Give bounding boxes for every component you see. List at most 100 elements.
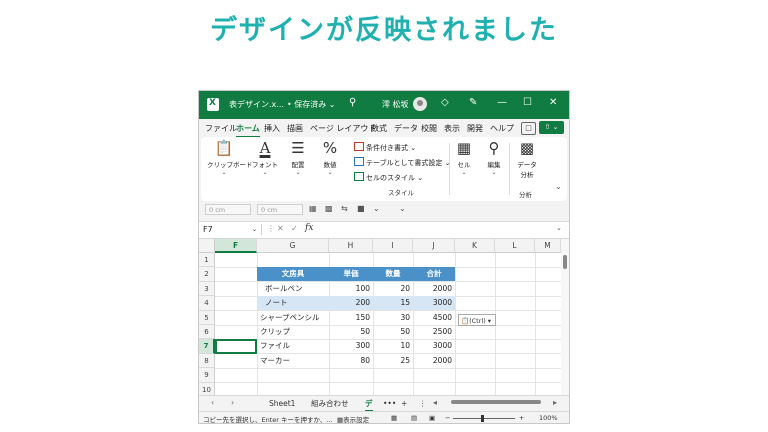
tab-view[interactable]: 表示 xyxy=(444,123,460,134)
tab-data[interactable]: データ xyxy=(394,123,418,134)
column-header-j[interactable]: J xyxy=(413,239,455,253)
column-header-h[interactable]: H xyxy=(329,239,373,253)
insert-function-button[interactable]: fx xyxy=(305,223,313,233)
customize-toolbar-icon[interactable]: ⌄ xyxy=(399,204,406,213)
shape-width-field[interactable]: 0 cm xyxy=(205,204,251,215)
row-header-5[interactable]: 5 xyxy=(199,310,215,325)
maximize-button[interactable]: ☐ xyxy=(523,97,532,108)
table-cell[interactable]: ボールペン xyxy=(257,282,329,296)
spreadsheet-grid[interactable]: F G H I J K L M 1 2 3 4 5 6 7 8 9 10 文房具… xyxy=(199,239,569,397)
alignment-button[interactable]: ☰ 配置 ⌄ xyxy=(285,139,311,176)
sheet-tab-combination[interactable]: 組み合わせ xyxy=(311,398,349,410)
tab-file[interactable]: ファイル xyxy=(205,123,237,134)
page-layout-view-icon[interactable]: ▤ xyxy=(411,414,417,422)
column-header-g[interactable]: G xyxy=(257,239,329,253)
zoom-slider[interactable] xyxy=(453,415,515,422)
table-cell[interactable]: 25 xyxy=(373,354,413,368)
diamond-icon[interactable]: ◇ xyxy=(441,97,449,108)
tab-help[interactable]: ヘルプ xyxy=(490,123,514,134)
select-all-corner[interactable] xyxy=(199,239,215,253)
number-button[interactable]: % 数値 ⌄ xyxy=(317,139,343,176)
tab-insert[interactable]: 挿入 xyxy=(264,123,280,134)
scrollbar-thumb[interactable] xyxy=(451,400,541,404)
table-cell[interactable]: 50 xyxy=(373,325,413,339)
zoom-slider-knob[interactable] xyxy=(481,415,484,422)
close-button[interactable]: ✕ xyxy=(549,97,557,108)
table-cell[interactable]: 80 xyxy=(329,354,373,368)
scrollbar-thumb[interactable] xyxy=(563,255,567,269)
chevron-left-icon[interactable]: ◂ xyxy=(433,398,437,407)
table-cell[interactable]: 2000 xyxy=(413,282,455,296)
table-cell[interactable]: 300 xyxy=(329,339,373,353)
table-header-cell[interactable]: 単価 xyxy=(329,267,373,282)
tab-page-layout[interactable]: ページ レイアウト xyxy=(310,123,376,134)
row-header-1[interactable]: 1 xyxy=(199,253,215,268)
sheet-tab-sheet1[interactable]: Sheet1 xyxy=(269,398,295,410)
tab-review[interactable]: 校閲 xyxy=(421,123,437,134)
tab-home[interactable]: ホーム xyxy=(236,123,260,138)
column-header-m[interactable]: M xyxy=(535,239,561,253)
table-header-cell[interactable]: 数量 xyxy=(373,267,413,282)
tab-draw[interactable]: 描画 xyxy=(287,123,303,134)
search-icon[interactable]: ⚲ xyxy=(349,97,356,108)
avatar[interactable] xyxy=(413,97,427,111)
chevron-left-icon[interactable]: ‹ xyxy=(211,398,214,407)
pen-icon[interactable]: ✎ xyxy=(469,97,477,108)
row-header-8[interactable]: 8 xyxy=(199,353,215,369)
zoom-out-button[interactable]: − xyxy=(445,414,450,422)
minimize-button[interactable]: — xyxy=(497,97,507,108)
user-name[interactable]: 澪 松坂 xyxy=(382,99,409,110)
comment-button[interactable]: □ xyxy=(521,122,536,135)
sheet-tab-active[interactable]: デ xyxy=(365,398,373,412)
column-header-i[interactable]: I xyxy=(373,239,413,253)
row-header-9[interactable]: 9 xyxy=(199,368,215,383)
table-cell[interactable]: シャープペンシル xyxy=(257,311,329,325)
add-sheet-button[interactable]: + xyxy=(401,398,407,410)
shape-height-field[interactable]: 0 cm xyxy=(257,204,303,215)
table-cell[interactable]: 3000 xyxy=(413,296,455,310)
column-header-l[interactable]: L xyxy=(495,239,535,253)
table-cell[interactable]: ノート xyxy=(257,296,329,310)
format-as-table-button[interactable]: テーブルとして書式設定 ⌄ xyxy=(354,157,450,168)
table-cell[interactable]: 15 xyxy=(373,296,413,310)
clipboard-button[interactable]: 📋 クリップボード ⌄ xyxy=(207,139,253,176)
ribbon-collapse-icon[interactable]: ⌄ xyxy=(555,182,562,191)
cells-button[interactable]: ▦ セル ⌄ xyxy=(453,139,475,176)
table-cell[interactable]: 2500 xyxy=(413,325,455,339)
horizontal-scrollbar[interactable] xyxy=(439,400,551,405)
table-cell[interactable]: 200 xyxy=(329,296,373,310)
fill-color-icon[interactable]: ■ xyxy=(357,204,365,213)
font-button[interactable]: A フォント ⌄ xyxy=(249,139,281,176)
data-analysis-button[interactable]: ▩ データ分析 xyxy=(513,139,541,179)
selected-cell[interactable] xyxy=(215,339,257,354)
page-break-view-icon[interactable]: ▣ xyxy=(429,414,435,422)
cancel-icon[interactable]: ✕ xyxy=(277,224,284,233)
tab-developer[interactable]: 開発 xyxy=(467,123,483,134)
table-header-cell[interactable]: 文房具 xyxy=(257,267,329,282)
table-cell[interactable]: 2000 xyxy=(413,354,455,368)
dropdown-icon[interactable]: ⌄ xyxy=(373,204,380,213)
more-options-icon[interactable]: ⋮ xyxy=(267,224,275,233)
zoom-in-button[interactable]: + xyxy=(519,414,524,422)
share-button[interactable]: ⇧ ⌄ xyxy=(539,121,564,134)
row-header-6[interactable]: 6 xyxy=(199,325,215,340)
row-header-3[interactable]: 3 xyxy=(199,281,215,297)
vertical-scrollbar[interactable] xyxy=(561,239,569,397)
column-header-f[interactable]: F xyxy=(215,239,257,253)
table-cell[interactable]: 20 xyxy=(373,282,413,296)
table-style-icon[interactable]: ▩ xyxy=(325,204,333,213)
display-settings-button[interactable]: ▦表示設定 xyxy=(337,414,369,423)
confirm-icon[interactable]: ✓ xyxy=(291,224,298,233)
save-state[interactable]: • 保存済み ⌄ xyxy=(287,99,336,110)
table-cell[interactable]: 4500 xyxy=(413,311,455,325)
more-sheets-button[interactable]: ••• xyxy=(383,398,396,410)
document-title[interactable]: 表デザイン.x... xyxy=(229,99,284,110)
chevron-right-icon[interactable]: › xyxy=(231,398,234,407)
row-header-7[interactable]: 7 xyxy=(199,339,215,354)
table-cell[interactable]: 50 xyxy=(329,325,373,339)
zoom-level[interactable]: 100% xyxy=(539,414,558,422)
column-header-k[interactable]: K xyxy=(455,239,495,253)
text-direction-icon[interactable]: ⇆ xyxy=(341,204,348,213)
name-box[interactable]: F7 ⌄ xyxy=(203,224,262,235)
paste-options-button[interactable]: 📋(Ctrl) ▾ xyxy=(458,314,496,326)
